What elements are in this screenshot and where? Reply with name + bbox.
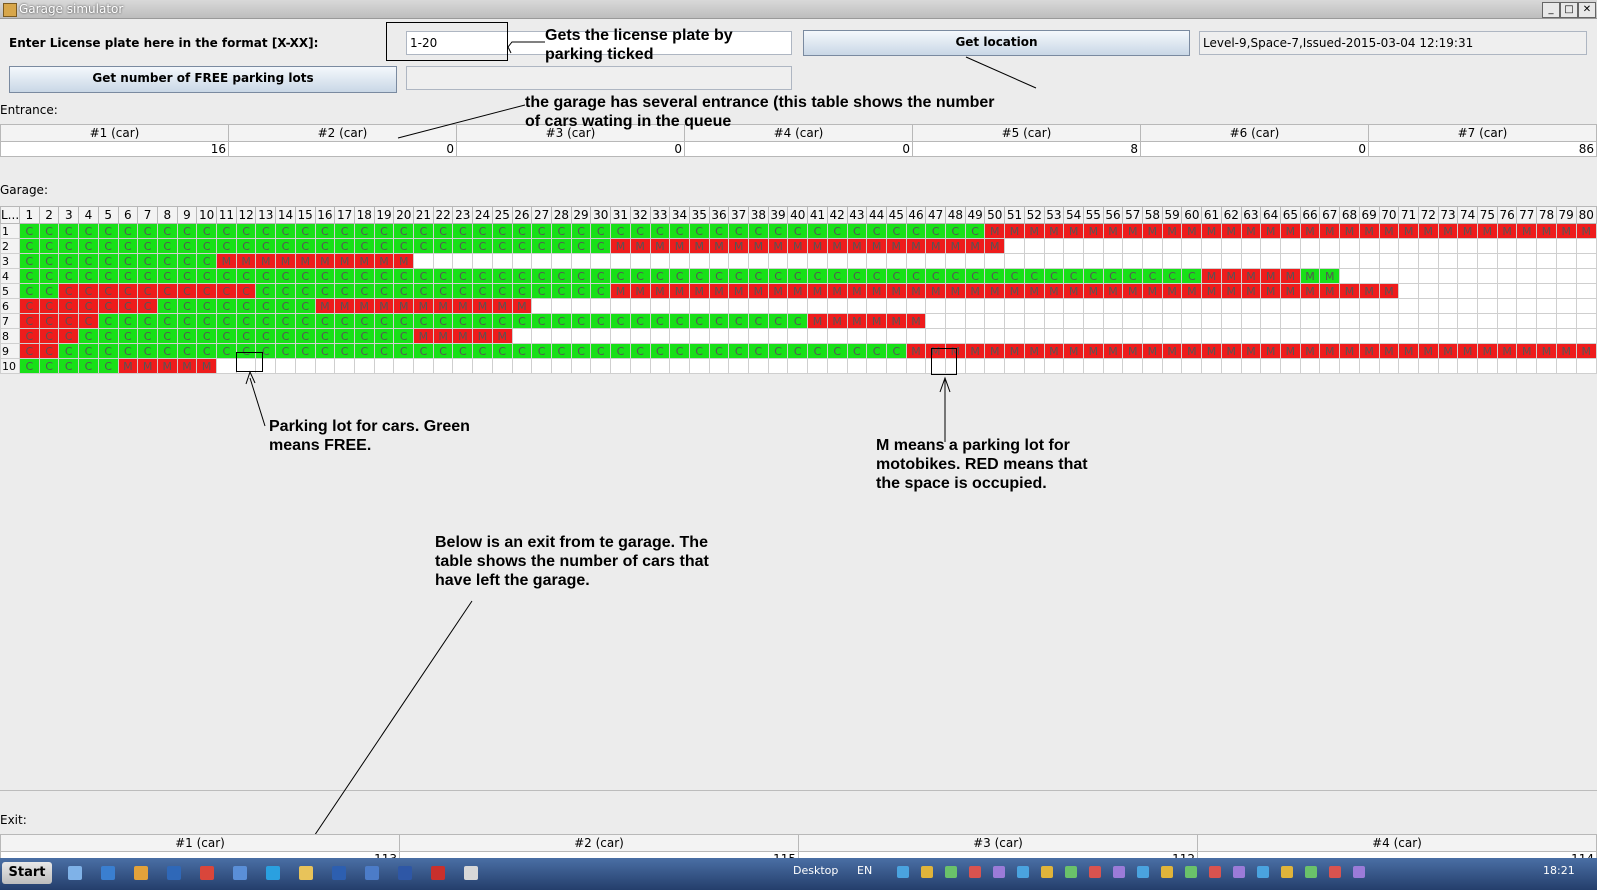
tray-icon[interactable]	[1257, 866, 1269, 878]
entrance-annotation: the garage has several entrance (this ta…	[525, 94, 995, 130]
exit-col-header: #4 (car)	[1197, 834, 1597, 852]
tray-icon[interactable]	[1113, 866, 1125, 878]
tray-icon[interactable]	[1305, 866, 1317, 878]
taskbar: Start Desktop EN 18:21	[0, 858, 1597, 890]
start-button[interactable]: Start	[2, 862, 52, 884]
tray-icon[interactable]	[1065, 866, 1077, 878]
skype-icon[interactable]	[266, 866, 280, 880]
media-icon[interactable]	[134, 866, 148, 880]
tray-icon[interactable]	[993, 866, 1005, 878]
exit-label: Exit:	[0, 813, 27, 827]
tray-icon[interactable]	[1089, 866, 1101, 878]
tray-icon[interactable]	[969, 866, 981, 878]
tray-icon[interactable]	[897, 866, 909, 878]
tray-icon[interactable]	[1185, 866, 1197, 878]
tray-icon[interactable]	[945, 866, 957, 878]
folder-icon[interactable]	[299, 866, 313, 880]
clock: 18:21	[1543, 864, 1575, 877]
exit-col-header: #1 (car)	[0, 834, 400, 852]
acrobat-icon[interactable]	[431, 866, 445, 880]
desktop-toolbar[interactable]: Desktop	[793, 864, 838, 877]
exit-col-header: #2 (car)	[399, 834, 799, 852]
ie-icon[interactable]	[101, 866, 115, 880]
tray-icon[interactable]	[1017, 866, 1029, 878]
network-icon[interactable]	[233, 866, 247, 880]
java-icon[interactable]	[464, 866, 478, 880]
tray-icon[interactable]	[1161, 866, 1173, 878]
exit-col-header: #3 (car)	[798, 834, 1198, 852]
car-lot-annotation: Parking lot for cars. Green means FREE.	[269, 418, 470, 454]
tray-icon[interactable]	[921, 866, 933, 878]
word2-icon[interactable]	[398, 866, 412, 880]
word-icon[interactable]	[332, 866, 346, 880]
plate-annotation: Gets the license plate by parking ticked	[545, 27, 733, 63]
language-indicator[interactable]: EN	[857, 864, 872, 877]
tray-icon[interactable]	[1233, 866, 1245, 878]
tray-icon[interactable]	[1353, 866, 1365, 878]
annotation-arrows	[245, 41, 1037, 861]
moto-lot-annotation: M means a parking lot for motobikes. RED…	[876, 437, 1088, 492]
explorer-icon[interactable]	[68, 866, 82, 880]
exit-annotation: Below is an exit from te garage. The tab…	[435, 534, 709, 589]
tray-icon[interactable]	[1329, 866, 1341, 878]
chrome-icon[interactable]	[200, 866, 214, 880]
app-icon[interactable]	[365, 866, 379, 880]
tray-icon[interactable]	[1041, 866, 1053, 878]
outlook-icon[interactable]	[167, 866, 181, 880]
tray-icon[interactable]	[1281, 866, 1293, 878]
tray-icon[interactable]	[1209, 866, 1221, 878]
tray-icon[interactable]	[1137, 866, 1149, 878]
